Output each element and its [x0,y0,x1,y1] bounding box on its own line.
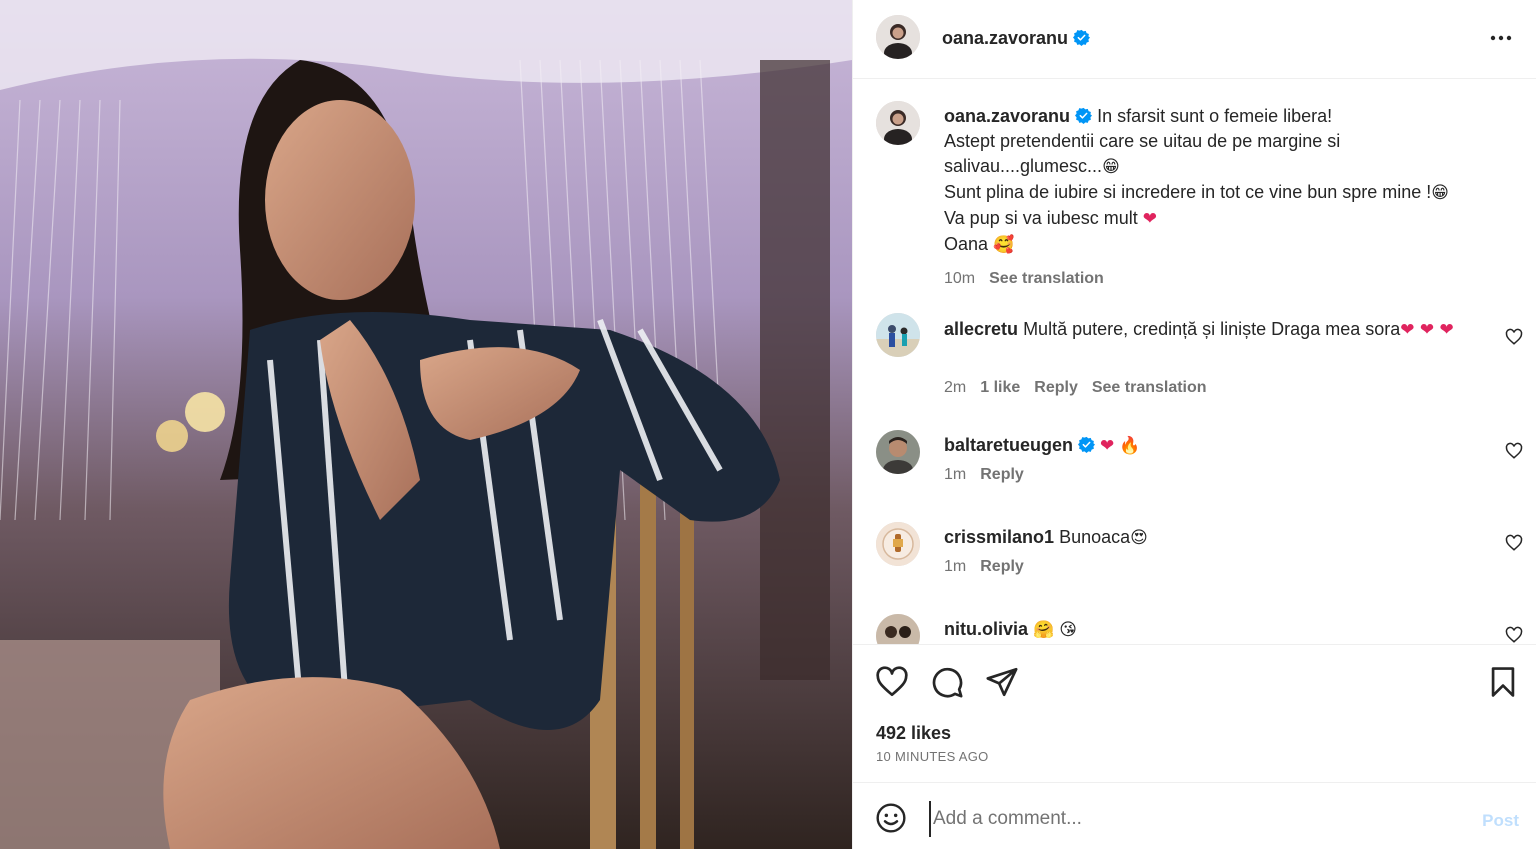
author-avatar[interactable] [876,15,920,59]
share-paper-plane-icon[interactable] [985,665,1019,699]
comment-like-heart-icon[interactable] [1505,442,1523,460]
commenter-avatar[interactable] [876,614,920,644]
add-comment-bar: Post [853,782,1536,849]
comment-meta: 2m 1 like Reply See translation [944,379,1207,396]
see-translation-link[interactable]: See translation [1092,379,1207,396]
grin-emoji-icon: 😁 [1431,183,1450,203]
comments-list[interactable]: oana.zavoranu In sfarsit sunt o femeie l… [853,80,1536,644]
post-photo-illustration [0,0,852,849]
more-options-icon[interactable] [1489,26,1513,50]
commenter-avatar[interactable] [876,430,920,474]
post-comment-button[interactable]: Post [1482,811,1519,831]
comment-text: baltaretueugen ❤ 🔥 [944,432,1484,459]
caption-avatar[interactable] [876,101,920,145]
caption-line: Sunt plina de iubire si incredere in tot… [944,182,1432,202]
caption-line: In sfarsit sunt o femeie libera! [1097,106,1333,126]
reply-button[interactable]: Reply [980,558,1024,575]
comment-like-heart-icon[interactable] [1505,534,1523,552]
caption-line: salivau....glumesc... [944,156,1103,176]
reply-button[interactable]: Reply [1034,379,1078,396]
comment-meta: 1m Reply [944,558,1024,575]
fire-emoji-icon: 🔥 [1119,436,1141,456]
comment-bubble-icon[interactable] [930,665,964,699]
commenter-username[interactable]: crissmilano1 [944,527,1054,547]
caption-username[interactable]: oana.zavoranu [944,106,1070,126]
face-blowing-kiss-emoji-icon: 😘 [1059,620,1077,640]
like-heart-icon[interactable] [875,665,909,699]
reply-button[interactable]: Reply [980,466,1024,483]
post-photo [0,0,852,849]
post-actions-bar: 492 likes 10 MINUTES AGO [853,644,1536,782]
commenter-username[interactable]: allecretu [944,319,1018,339]
comment-text: nitu.olivia 🤗 😘 [944,616,1484,643]
commenter-username[interactable]: nitu.olivia [944,619,1028,639]
comment-meta: 1m Reply [944,466,1024,483]
post-header: oana.zavoranu [853,0,1536,79]
comment-likes-link[interactable]: 1 like [980,379,1020,396]
caption-time: 10m [944,270,976,287]
verified-badge-icon [1073,29,1091,46]
red-heart-emoji-icon: ❤ [1100,436,1115,456]
save-bookmark-icon[interactable] [1486,665,1520,699]
comment-like-heart-icon[interactable] [1505,626,1523,644]
grin-emoji-icon: 😁 [1102,157,1120,177]
hugging-face-emoji-icon: 🤗 [1033,620,1055,640]
post-caption: oana.zavoranu In sfarsit sunt o femeie l… [944,104,1504,291]
smiling-face-hearts-emoji-icon: 🥰 [993,235,1015,255]
heart-eyes-emoji-icon: 😍 [1130,528,1148,548]
commenter-avatar[interactable] [876,313,920,357]
commenter-avatar[interactable] [876,522,920,566]
emoji-picker-icon[interactable] [875,802,907,834]
likes-count[interactable]: 492 likes [876,723,951,744]
red-heart-emoji-icon: ❤ ❤ ❤ [1400,320,1454,340]
comment-text: crissmilano1 Bunoaca😍 [944,527,1148,548]
verified-badge-icon [1075,107,1093,124]
post-timestamp: 10 MINUTES AGO [876,749,989,764]
see-translation-link[interactable]: See translation [989,270,1104,287]
caption-line: Oana [944,234,989,254]
caption-line: Va pup si va iubesc mult [944,208,1138,228]
author-username[interactable]: oana.zavoranu [942,28,1091,49]
verified-badge-icon [1078,436,1096,453]
comment-text: allecretu Multă putere, credință și lini… [944,319,1454,340]
post-side-panel: oana.zavoranu oana.zavoranu In sfarsit s… [852,0,1536,849]
caption-line: Astept pretendentii care se uitau de pe … [944,131,1341,151]
red-heart-emoji-icon: ❤ [1142,209,1158,229]
comment-like-heart-icon[interactable] [1505,328,1523,346]
comment-input[interactable] [929,801,1449,837]
commenter-username[interactable]: baltaretueugen [944,435,1073,455]
